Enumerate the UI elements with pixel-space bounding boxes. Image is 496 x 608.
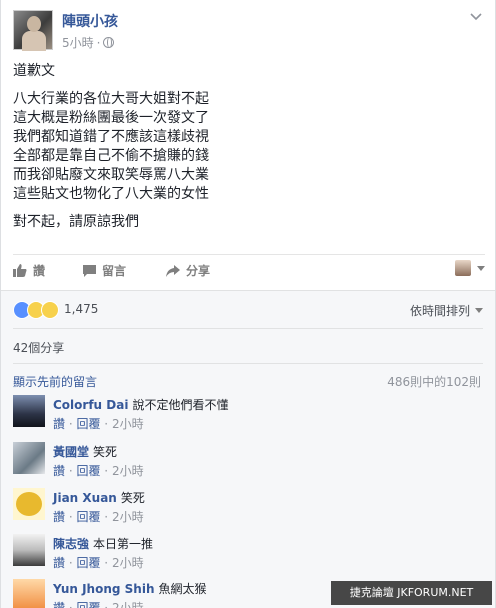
sort-label: 依時間排列 (409, 304, 470, 318)
comment-text: 本日第一推 (93, 537, 154, 551)
comment-like-link[interactable]: 讚 (53, 464, 65, 478)
share-icon (166, 264, 180, 277)
commenter-avatar[interactable] (13, 395, 45, 427)
comment-pager: 486則中的102則 (387, 375, 481, 389)
comment-text: 魚網太猴 (158, 582, 207, 596)
reactions-row[interactable]: 1,475 依時間排列 (13, 299, 483, 321)
share-button[interactable]: 分享 (166, 262, 210, 279)
comment-actions: 讚 · 回覆 · 2小時 (53, 556, 144, 570)
share-label: 分享 (186, 264, 211, 278)
comment-reply-link[interactable]: 回覆 (76, 510, 100, 524)
comment-time[interactable]: 2小時 (112, 601, 144, 608)
comment: 陳志強 本日第一推 讚 · 回覆 · 2小時 (13, 534, 483, 578)
comment: Colorfu Dai 說不定他們看不懂 讚 · 回覆 · 2小時 (13, 395, 483, 439)
sort-selector[interactable]: 依時間排列 (410, 302, 483, 319)
post-line: 我們都知道錯了不應該這樣歧視 (13, 129, 209, 145)
comment-button[interactable]: 留言 (83, 262, 126, 279)
comment: Jian Xuan 笑死 讚 · 回覆 · 2小時 (13, 488, 483, 532)
comment-reply-link[interactable]: 回覆 (76, 601, 100, 608)
like-label: 讚 (33, 264, 46, 278)
like-button[interactable]: 讚 (13, 262, 45, 279)
commenter-avatar[interactable] (13, 579, 45, 608)
comment-like-link[interactable]: 讚 (53, 417, 65, 431)
chevron-down-icon[interactable] (469, 12, 483, 22)
commenter-name[interactable]: 陳志強 (53, 537, 89, 551)
post-line: 八大行業的各位大哥大姐對不起 (13, 91, 209, 107)
comment-reply-link[interactable]: 回覆 (76, 556, 100, 570)
post-line: 這大概是粉絲團最後一次發文了 (13, 110, 209, 126)
comment-text: 笑死 (120, 491, 145, 505)
commenter-name[interactable]: Colorfu Dai (53, 398, 128, 412)
caret-down-icon (477, 265, 485, 271)
post-line: 這些貼文也物化了八大業的女性 (13, 186, 209, 202)
comment: 黃國堂 笑死 讚 · 回覆 · 2小時 (13, 442, 483, 486)
comment-icon (83, 264, 96, 277)
thumbs-up-icon (13, 264, 27, 277)
reaction-count[interactable]: 1,475 (64, 302, 98, 316)
comment-reply-link[interactable]: 回覆 (76, 464, 100, 478)
comment-reply-link[interactable]: 回覆 (76, 417, 100, 431)
commenter-avatar[interactable] (13, 488, 45, 520)
comment-actions: 讚 · 回覆 · 2小時 (53, 417, 144, 431)
comment-actions: 讚 · 回覆 · 2小時 (53, 464, 144, 478)
post-line: 全部都是靠自己不偷不搶賺的錢 (13, 148, 209, 164)
comment-actions: 讚 · 回覆 · 2小時 (53, 510, 144, 524)
comment-time[interactable]: 2小時 (112, 556, 144, 570)
comment-text: 說不定他們看不懂 (132, 398, 229, 412)
post-line: 而我卻貼廢文來取笑辱罵八大業 (13, 167, 209, 183)
action-bar: 讚 留言 分享 (13, 254, 485, 286)
comment-like-link[interactable]: 讚 (53, 601, 65, 608)
forum-watermark: 捷克論壇 JKFORUM.NET (331, 581, 492, 605)
comment-like-link[interactable]: 讚 (53, 556, 65, 570)
commenter-name[interactable]: Jian Xuan (53, 491, 117, 505)
post-as-selector[interactable] (455, 260, 485, 276)
view-previous-comments[interactable]: 顯示先前的留言 (13, 373, 97, 390)
comment-time[interactable]: 2小時 (112, 417, 144, 431)
post-meta: 5小時 · (62, 34, 115, 51)
post-body: 道歉文 八大行業的各位大哥大姐對不起 這大概是粉絲團最後一次發文了 我們都知道錯… (13, 62, 483, 232)
viewer-avatar (455, 260, 471, 276)
comment-text: 笑死 (93, 445, 118, 459)
share-count[interactable]: 42個分享 (13, 339, 64, 356)
commenter-avatar[interactable] (13, 442, 45, 474)
commenter-name[interactable]: Yun Jhong Shih (53, 582, 154, 596)
wow-reaction-icon (41, 301, 59, 319)
comment-time[interactable]: 2小時 (112, 464, 144, 478)
globe-icon (103, 37, 115, 48)
post-card: 陣頭小孩 5小時 · 道歉文 八大行業的各位大哥大姐對不起 這大概是粉絲團最後一… (0, 0, 496, 608)
caret-down-icon (475, 308, 483, 313)
comment-like-link[interactable]: 讚 (53, 510, 65, 524)
comments-section: 1,475 依時間排列 42個分享 顯示先前的留言 486則中的102則 Col… (1, 290, 495, 608)
comment-actions: 讚 · 回覆 · 2小時 (53, 599, 144, 608)
commenter-name[interactable]: 黃國堂 (53, 445, 89, 459)
post-line: 對不起，請原諒我們 (13, 214, 139, 230)
post-line: 道歉文 (13, 63, 55, 79)
post-time[interactable]: 5小時 (62, 34, 94, 51)
commenter-avatar[interactable] (13, 534, 45, 566)
author-avatar[interactable] (13, 10, 53, 51)
divider (13, 328, 483, 329)
author-name[interactable]: 陣頭小孩 (62, 11, 118, 31)
comment-time[interactable]: 2小時 (112, 510, 144, 524)
comment-label: 留言 (102, 264, 127, 278)
divider (13, 363, 483, 364)
